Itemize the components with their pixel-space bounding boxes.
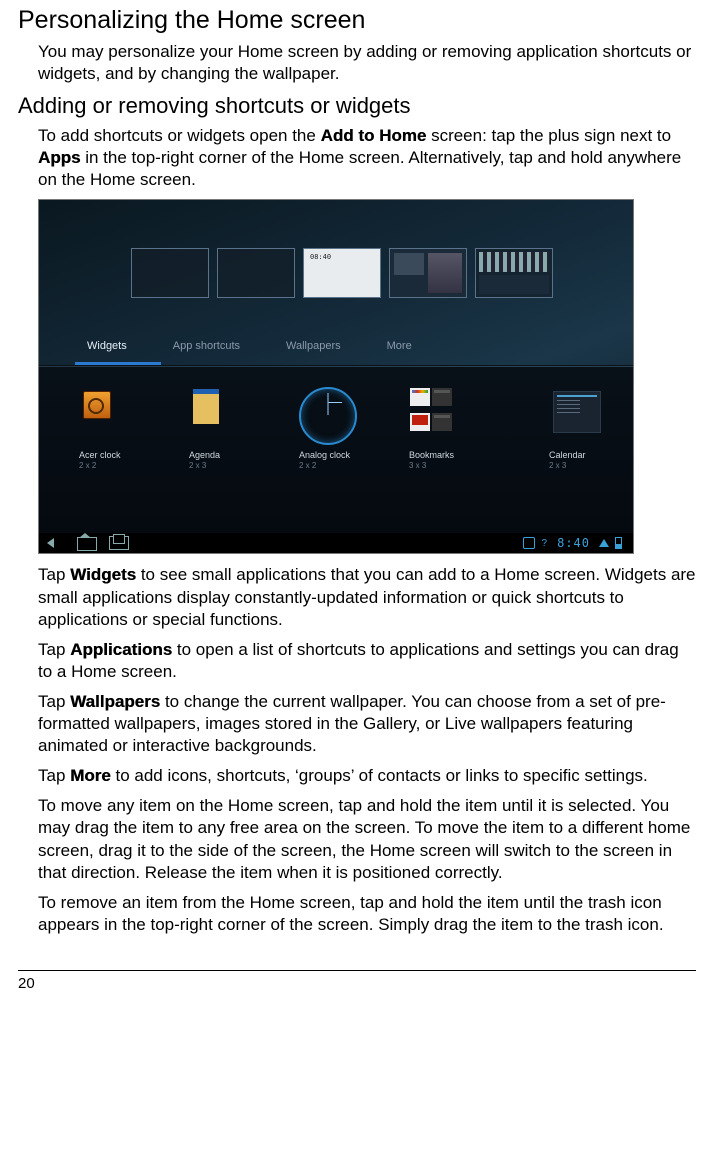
panel-thumb: [479, 252, 549, 272]
tab-baseline: [39, 365, 633, 366]
text: Tap: [38, 692, 70, 711]
para-tap-more: Tap More to add icons, shortcuts, ‘group…: [38, 765, 696, 787]
label-add-to-home: Add to Home: [321, 126, 427, 145]
home-panel-4[interactable]: [389, 248, 467, 298]
widget-size: 3 x 3: [409, 461, 426, 470]
footer-rule: [18, 970, 696, 971]
label-apps: Apps: [38, 148, 81, 167]
widget-label: Bookmarks: [409, 451, 454, 461]
text: To add shortcuts or widgets open the: [38, 126, 321, 145]
widget-calendar[interactable]: Calendar 2 x 3: [549, 387, 627, 470]
widget-size: 2 x 3: [549, 461, 566, 470]
text: screen: tap the plus sign next to: [426, 126, 671, 145]
para-add-to-home: To add shortcuts or widgets open the Add…: [38, 125, 696, 191]
widget-size: 2 x 2: [79, 461, 96, 470]
tab-wallpapers[interactable]: Wallpapers: [286, 340, 341, 358]
para-tap-widgets: Tap Widgets to see small applications th…: [38, 564, 696, 630]
recent-apps-icon[interactable]: [109, 536, 129, 550]
agenda-icon: [189, 387, 247, 445]
text: Tap: [38, 640, 70, 659]
widgets-grid: Acer clock 2 x 2 Agenda 2 x 3 Analog clo…: [39, 367, 633, 533]
text: in the top-right corner of the Home scre…: [38, 148, 681, 189]
page-number: 20: [18, 975, 696, 992]
label-wallpapers: Wallpapers: [70, 692, 160, 711]
home-panel-5[interactable]: [475, 248, 553, 298]
label-more: More: [70, 766, 111, 785]
wifi-icon: [599, 539, 609, 547]
widget-label: Analog clock: [299, 451, 350, 461]
tab-app-shortcuts[interactable]: App shortcuts: [173, 340, 240, 358]
category-tabs: Widgets App shortcuts Wallpapers More: [39, 340, 633, 358]
text: Tap: [38, 565, 70, 584]
screenshot-add-to-home: 08:40 Widgets App shortcuts Wallpapers M…: [38, 199, 634, 554]
para-move-item: To move any item on the Home screen, tap…: [38, 795, 696, 883]
home-icon[interactable]: [77, 537, 97, 551]
label-widgets: Widgets: [70, 565, 136, 584]
system-bar: ? 8:40: [39, 533, 633, 553]
heading-personalizing: Personalizing the Home screen: [18, 6, 696, 35]
widget-bookmarks[interactable]: Bookmarks 3 x 3: [409, 387, 487, 470]
para-personalize-intro: You may personalize your Home screen by …: [38, 41, 696, 85]
text: Tap: [38, 766, 70, 785]
home-panel-1[interactable]: [131, 248, 209, 298]
home-panels-preview: 08:40: [131, 248, 553, 298]
status-clock: 8:40: [557, 536, 590, 550]
widget-acer-clock[interactable]: Acer clock 2 x 2: [79, 387, 157, 470]
back-icon[interactable]: [47, 537, 65, 549]
widget-analog-clock[interactable]: Analog clock 2 x 2: [299, 387, 377, 470]
widget-label: Calendar: [549, 451, 586, 461]
heading-add-remove: Adding or removing shortcuts or widgets: [18, 93, 696, 119]
bookmarks-icon: [409, 387, 455, 445]
widget-label: Agenda: [189, 451, 220, 461]
widget-size: 2 x 3: [189, 461, 206, 470]
widget-size: 2 x 2: [299, 461, 316, 470]
text: to add icons, shortcuts, ‘groups’ of con…: [111, 766, 648, 785]
help-icon[interactable]: ?: [542, 538, 548, 549]
home-panel-2[interactable]: [217, 248, 295, 298]
widget-agenda[interactable]: Agenda 2 x 3: [189, 387, 267, 470]
para-tap-wallpapers: Tap Wallpapers to change the current wal…: [38, 691, 696, 757]
acer-clock-icon: [79, 387, 137, 445]
home-panel-3-selected[interactable]: 08:40: [303, 248, 381, 298]
analog-clock-icon: [299, 387, 357, 445]
tab-more[interactable]: More: [387, 340, 412, 358]
para-tap-applications: Tap Applications to open a list of short…: [38, 639, 696, 683]
panel-thumb: [394, 253, 424, 275]
panel-thumb: [428, 253, 462, 293]
label-applications: Applications: [70, 640, 172, 659]
text: to see small applications that you can a…: [38, 565, 696, 628]
notification-icon[interactable]: [523, 537, 535, 549]
para-remove-item: To remove an item from the Home screen, …: [38, 892, 696, 936]
panel-thumb: [479, 275, 549, 294]
panel-clock-text: 08:40: [310, 253, 331, 261]
calendar-icon: [549, 387, 607, 445]
battery-icon: [615, 537, 622, 549]
widget-label: Acer clock: [79, 451, 121, 461]
tab-widgets[interactable]: Widgets: [87, 340, 127, 358]
